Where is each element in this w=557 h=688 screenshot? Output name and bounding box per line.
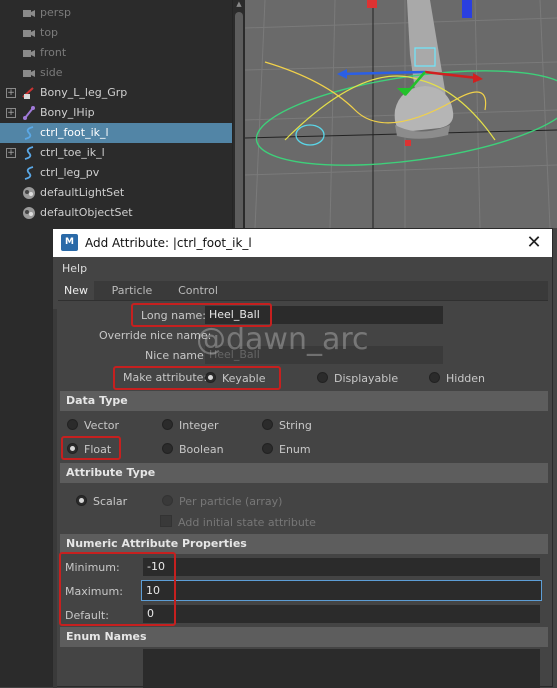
outliner-item[interactable]: + Bony_lHip (0, 103, 232, 123)
minimum-field[interactable]: -10 (143, 558, 540, 576)
highlight-numeric-range (59, 552, 176, 626)
expand-plus-icon[interactable]: + (6, 88, 16, 98)
per-particle-label: Per particle (array) (179, 495, 283, 508)
outliner-item-label: side (40, 66, 63, 79)
boolean-label: Boolean (179, 443, 224, 456)
outliner-item-label: front (40, 46, 67, 59)
string-label: String (279, 419, 312, 432)
expand-plus-icon[interactable]: + (6, 108, 16, 118)
outliner-item-label: top (40, 26, 59, 39)
outliner-item[interactable]: persp (0, 3, 232, 23)
outliner-item[interactable]: + ctrl_toe_ik_l (0, 143, 232, 163)
radio-displayable[interactable] (317, 372, 328, 383)
close-icon[interactable]: ✕ (522, 231, 546, 255)
override-nice-name-label: Override nice name: (99, 329, 212, 342)
radio-enum[interactable] (262, 443, 273, 454)
scroll-up-arrow-icon[interactable]: ▲ (235, 0, 243, 8)
outliner-item-label: ctrl_leg_pv (40, 166, 100, 179)
viewport-scene (245, 0, 557, 228)
outliner-item-label: defaultLightSet (40, 186, 125, 199)
scalar-label: Scalar (93, 495, 128, 508)
joint-icon (21, 105, 37, 121)
radio-hidden[interactable] (429, 372, 440, 383)
initial-state-label: Add initial state attribute (178, 516, 316, 529)
outliner-item-label: defaultObjectSet (40, 206, 133, 219)
highlight-long-name (131, 303, 272, 327)
menu-help[interactable]: Help (62, 262, 87, 275)
outliner-item-label: Bony_lHip (40, 106, 95, 119)
camera-icon (21, 5, 37, 21)
tab-separator (58, 300, 548, 301)
outliner-item[interactable]: ctrl_leg_pv (0, 163, 232, 183)
camera-icon (21, 65, 37, 81)
3d-viewport[interactable] (245, 0, 557, 228)
data-type-header[interactable]: Data Type (60, 391, 548, 411)
radio-per-particle[interactable] (162, 495, 173, 506)
outliner-item-label: persp (40, 6, 71, 19)
radio-scalar[interactable] (76, 495, 87, 506)
curve-icon (21, 125, 37, 141)
outliner-item-label: ctrl_foot_ik_l (40, 126, 109, 139)
numeric-properties-header[interactable]: Numeric Attribute Properties (60, 534, 548, 554)
outliner-item[interactable]: ctrl_foot_ik_l (0, 123, 232, 143)
group-icon (21, 85, 37, 101)
outliner-item[interactable]: top (0, 23, 232, 43)
highlight-float (61, 436, 121, 460)
enum-names-list[interactable] (143, 649, 540, 688)
curve-icon (21, 165, 37, 181)
tab-control[interactable]: Control (170, 281, 226, 301)
camera-icon (21, 45, 37, 61)
dialog-menubar: Help (53, 257, 552, 279)
outliner-item[interactable]: side (0, 63, 232, 83)
initial-state-checkbox[interactable] (160, 515, 172, 527)
set-icon (21, 185, 37, 201)
outliner-item[interactable]: + Bony_L_leg_Grp (0, 83, 232, 103)
radio-boolean[interactable] (162, 443, 173, 454)
maximum-field[interactable]: 10 (141, 580, 542, 601)
enum-names-header[interactable]: Enum Names (60, 627, 548, 647)
dialog-title: Add Attribute: |ctrl_foot_ik_l (85, 236, 252, 250)
set-icon (21, 205, 37, 221)
camera-icon (21, 25, 37, 41)
dialog-left-edge (53, 309, 57, 688)
radio-string[interactable] (262, 419, 273, 430)
outliner-item[interactable]: defaultLightSet (0, 183, 232, 203)
tab-bar: New Particle Control (58, 281, 548, 301)
dialog-titlebar[interactable]: M Add Attribute: |ctrl_foot_ik_l ✕ (53, 229, 552, 257)
watermark: @dawn_arc (196, 322, 369, 357)
maya-app-icon: M (61, 234, 78, 251)
outliner-item[interactable]: defaultObjectSet (0, 203, 232, 223)
highlight-make-attribute (113, 366, 281, 390)
hidden-label: Hidden (446, 372, 486, 385)
enum-label: Enum (279, 443, 311, 456)
integer-label: Integer (179, 419, 219, 432)
curve-icon (21, 145, 37, 161)
tab-new[interactable]: New (58, 281, 94, 301)
default-field[interactable]: 0 (143, 605, 540, 623)
attribute-type-header[interactable]: Attribute Type (60, 463, 548, 483)
outliner-item[interactable]: front (0, 43, 232, 63)
radio-vector[interactable] (67, 419, 78, 430)
vector-label: Vector (84, 419, 120, 432)
tab-particle[interactable]: Particle (104, 281, 160, 301)
add-attribute-dialog: M Add Attribute: |ctrl_foot_ik_l ✕ Help … (52, 228, 553, 688)
outliner-item-label: Bony_L_leg_Grp (40, 86, 128, 99)
outliner-item-label: ctrl_toe_ik_l (40, 146, 105, 159)
radio-integer[interactable] (162, 419, 173, 430)
displayable-label: Displayable (334, 372, 399, 385)
expand-plus-icon[interactable]: + (6, 148, 16, 158)
